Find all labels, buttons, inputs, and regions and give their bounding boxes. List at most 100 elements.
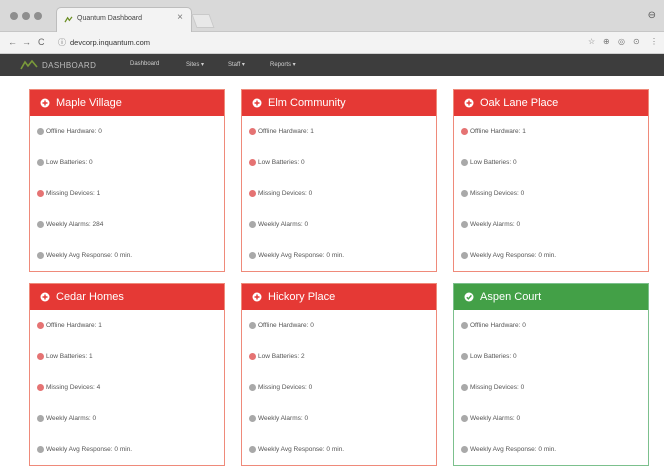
site-card-title[interactable]: Hickory Place bbox=[268, 291, 335, 303]
browser-tab-bar: Quantum Dashboard × ⊖ bbox=[0, 0, 664, 32]
site-card-header[interactable]: Oak Lane Place bbox=[454, 90, 648, 116]
site-card[interactable]: Elm Community Offline Hardware: 1 Low Batt… bbox=[241, 89, 437, 272]
site-metric-text: Weekly Alarms: 284 bbox=[46, 221, 104, 228]
site-metric-row: Offline Hardware: 0 bbox=[454, 310, 648, 341]
status-dot-icon bbox=[461, 415, 468, 422]
site-metric-text: Offline Hardware: 0 bbox=[470, 322, 526, 329]
site-metric-text: Missing Devices: 4 bbox=[46, 384, 101, 391]
site-metric-row: Offline Hardware: 1 bbox=[242, 116, 436, 147]
site-metric-row: Missing Devices: 0 bbox=[454, 372, 648, 403]
site-metric-row: Weekly Alarms: 0 bbox=[30, 403, 224, 434]
site-metric-row: Weekly Alarms: 0 bbox=[242, 403, 436, 434]
site-info-icon[interactable]: ⓘ bbox=[58, 37, 66, 48]
status-dot-icon bbox=[37, 353, 44, 360]
status-dot-icon bbox=[461, 221, 468, 228]
nav-sites-dropdown[interactable]: Sites ▾ bbox=[186, 61, 204, 68]
back-button[interactable]: ← bbox=[8, 37, 17, 47]
browser-tab[interactable]: Quantum Dashboard × bbox=[56, 7, 192, 32]
site-metric-text: Weekly Alarms: 0 bbox=[470, 415, 521, 422]
site-metric-text: Offline Hardware: 1 bbox=[470, 128, 526, 135]
status-dot-icon bbox=[461, 353, 468, 360]
alert-circle-icon bbox=[40, 292, 50, 302]
bookmark-star-icon[interactable]: ☆ bbox=[588, 37, 595, 47]
status-dot-icon bbox=[249, 159, 256, 166]
site-metric-text: Offline Hardware: 0 bbox=[258, 322, 314, 329]
maximize-window-button[interactable] bbox=[34, 12, 42, 20]
site-metric-row: Low Batteries: 0 bbox=[242, 147, 436, 178]
site-metric-text: Missing Devices: 0 bbox=[470, 190, 525, 197]
forward-button[interactable]: → bbox=[22, 37, 31, 47]
extension-icon-2[interactable]: ◎ bbox=[618, 37, 625, 47]
site-metric-row: Missing Devices: 4 bbox=[30, 372, 224, 403]
site-card-header[interactable]: Hickory Place bbox=[242, 284, 436, 310]
tab-close-icon[interactable]: × bbox=[177, 13, 183, 23]
extension-icon-1[interactable]: ⊕ bbox=[603, 37, 610, 47]
site-metric-text: Low Batteries: 1 bbox=[46, 353, 93, 360]
site-card-title[interactable]: Maple Village bbox=[56, 97, 122, 109]
status-dot-icon bbox=[37, 446, 44, 453]
site-metric-text: Missing Devices: 0 bbox=[258, 384, 313, 391]
status-dot-icon bbox=[37, 221, 44, 228]
tab-title: Quantum Dashboard bbox=[77, 15, 142, 22]
site-metric-text: Low Batteries: 0 bbox=[470, 159, 517, 166]
minimize-window-button[interactable] bbox=[22, 12, 30, 20]
site-metric-text: Low Batteries: 0 bbox=[46, 159, 93, 166]
site-card-title[interactable]: Oak Lane Place bbox=[480, 97, 558, 109]
site-card[interactable]: Oak Lane Place Offline Hardware: 1 Low Bat… bbox=[453, 89, 649, 272]
status-dot-icon bbox=[37, 415, 44, 422]
site-card-header[interactable]: Maple Village bbox=[30, 90, 224, 116]
url-text[interactable]: devcorp.inquantum.com bbox=[70, 38, 150, 47]
site-metric-row: Weekly Avg Response: 0 min. bbox=[30, 434, 224, 465]
status-dot-icon bbox=[249, 384, 256, 391]
favicon-icon bbox=[64, 16, 73, 23]
nav-reports-dropdown[interactable]: Reports ▾ bbox=[270, 61, 296, 68]
site-metric-row: Weekly Alarms: 0 bbox=[454, 403, 648, 434]
site-metric-text: Offline Hardware: 0 bbox=[46, 128, 102, 135]
site-card-title[interactable]: Elm Community bbox=[268, 97, 346, 109]
nav-staff-dropdown[interactable]: Staff ▾ bbox=[228, 61, 245, 68]
site-card[interactable]: Hickory Place Offline Hardware: 0 Low Batt… bbox=[241, 283, 437, 466]
alert-circle-icon bbox=[252, 292, 262, 302]
url-field[interactable]: ⓘ devcorp.inquantum.com bbox=[58, 36, 578, 50]
status-dot-icon bbox=[461, 446, 468, 453]
brand-logo-icon[interactable] bbox=[20, 59, 38, 71]
site-metric-row: Weekly Avg Response: 0 min. bbox=[454, 240, 648, 271]
site-metric-text: Weekly Avg Response: 0 min. bbox=[46, 446, 133, 453]
profile-icon[interactable]: ⊖ bbox=[648, 10, 656, 21]
extension-icon-3[interactable]: ⊙ bbox=[633, 37, 640, 47]
site-card-title[interactable]: Aspen Court bbox=[480, 291, 541, 303]
status-dot-icon bbox=[37, 384, 44, 391]
status-dot-icon bbox=[249, 322, 256, 329]
site-card[interactable]: Aspen Court Offline Hardware: 0 Low Batter… bbox=[453, 283, 649, 466]
site-metric-text: Weekly Avg Response: 0 min. bbox=[258, 446, 345, 453]
new-tab-button[interactable] bbox=[191, 14, 215, 28]
site-metric-text: Missing Devices: 0 bbox=[258, 190, 313, 197]
app-navbar: DASHBOARD Dashboard Sites ▾ Staff ▾ Repo… bbox=[0, 54, 664, 76]
site-metric-row: Low Batteries: 1 bbox=[30, 341, 224, 372]
site-metric-text: Weekly Alarms: 0 bbox=[470, 221, 521, 228]
brand-name[interactable]: DASHBOARD bbox=[42, 61, 96, 70]
status-dot-icon bbox=[249, 128, 256, 135]
status-dot-icon bbox=[249, 252, 256, 259]
nav-dashboard-link[interactable]: Dashboard bbox=[130, 61, 159, 67]
site-metric-row: Missing Devices: 0 bbox=[454, 178, 648, 209]
status-dot-icon bbox=[461, 384, 468, 391]
site-card-header[interactable]: Cedar Homes bbox=[30, 284, 224, 310]
status-dot-icon bbox=[37, 252, 44, 259]
site-card-header[interactable]: Elm Community bbox=[242, 90, 436, 116]
browser-menu-icon[interactable]: ⋮ bbox=[650, 37, 658, 47]
browser-window: Quantum Dashboard × ⊖ ← → C ⓘ devcorp.in… bbox=[0, 0, 664, 470]
site-card-header[interactable]: Aspen Court bbox=[454, 284, 648, 310]
site-metric-text: Offline Hardware: 1 bbox=[46, 322, 102, 329]
close-window-button[interactable] bbox=[10, 12, 18, 20]
site-metric-row: Low Batteries: 2 bbox=[242, 341, 436, 372]
site-metric-text: Missing Devices: 0 bbox=[470, 384, 525, 391]
site-card[interactable]: Cedar Homes Offline Hardware: 1 Low Batter… bbox=[29, 283, 225, 466]
site-card[interactable]: Maple Village Offline Hardware: 0 Low Batt… bbox=[29, 89, 225, 272]
site-metric-text: Low Batteries: 2 bbox=[258, 353, 305, 360]
site-card-title[interactable]: Cedar Homes bbox=[56, 291, 124, 303]
site-metric-row: Weekly Avg Response: 0 min. bbox=[454, 434, 648, 465]
site-metric-text: Low Batteries: 0 bbox=[258, 159, 305, 166]
site-metric-text: Weekly Avg Response: 0 min. bbox=[470, 446, 557, 453]
reload-button[interactable]: C bbox=[38, 37, 45, 47]
